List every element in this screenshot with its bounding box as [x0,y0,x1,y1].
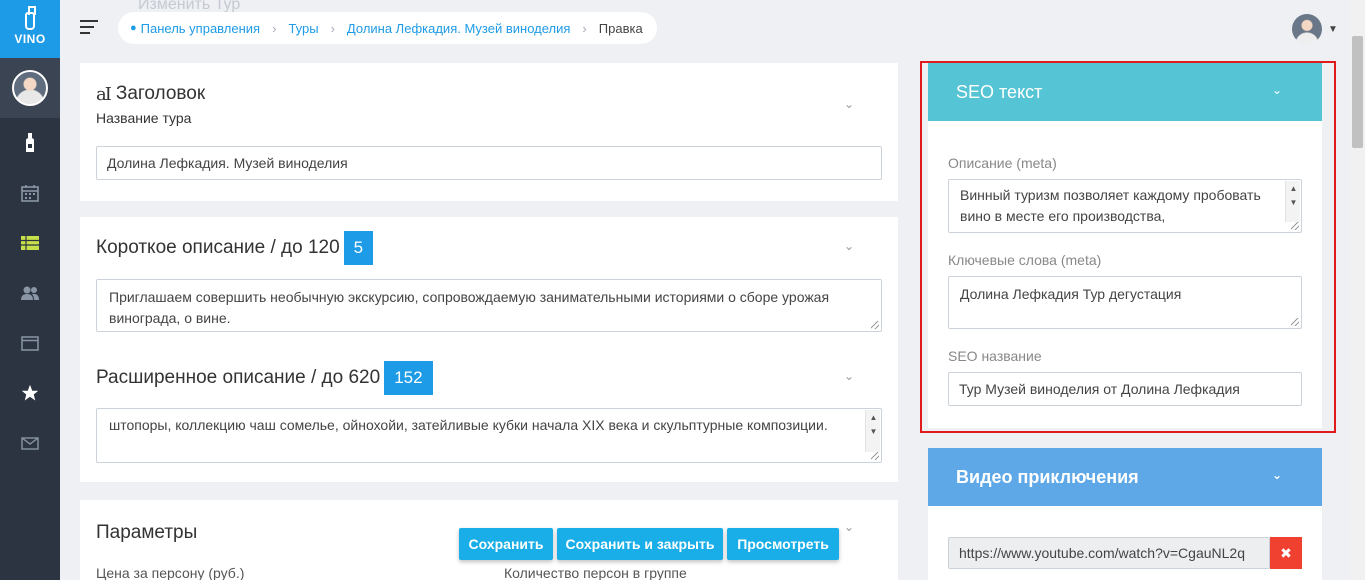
table-list-icon [21,236,39,250]
video-card-header[interactable]: Видео приключения ⌄ [928,448,1322,506]
short-desc-heading-text: Короткое описание / до 120 [96,237,340,258]
video-url-input[interactable]: https://www.youtube.com/watch?v=CgauNL2q [948,537,1270,569]
sidebar-item-users[interactable] [0,268,60,318]
short-desc-heading: Короткое описание / до 120 5 [96,231,374,265]
save-and-close-button[interactable]: Сохранить и закрыть [557,528,723,560]
breadcrumb-dashboard[interactable]: Панель управления [141,21,260,36]
breadcrumb-separator-icon: › [272,20,277,36]
breadcrumb: ● Панель управления › Туры › Долина Лефк… [118,12,657,44]
title-heading-text: Заголовок [115,83,206,104]
long-desc-heading-text: Расширенное описание / до 620 [96,367,381,388]
sidebar-item-tours[interactable] [0,218,60,268]
tour-name-label: Название тура [96,110,192,126]
logo-text: VINO [14,32,46,46]
scroll-down-icon[interactable]: ▼ [866,424,881,438]
breadcrumb-separator-icon: › [582,20,587,36]
calendar-icon [21,185,39,202]
sidebar-item-calendar[interactable] [0,168,60,218]
short-desc-counter-badge: 5 [343,231,374,265]
wine-bottle-icon [26,133,34,152]
tour-name-input[interactable]: Долина Лефкадия. Музей виноделия [96,146,882,180]
page-title-ghost: Изменить Тур [138,0,241,12]
title-card: aI Заголовок ⌄ Название тура Долина Лефк… [80,63,898,201]
resize-grip-icon[interactable] [871,452,879,460]
sidebar-item-wines[interactable] [0,118,60,168]
star-icon [21,384,39,401]
long-desc-heading: Расширенное описание / до 620 152 [96,361,433,395]
chevron-down-icon[interactable]: ⌄ [1272,468,1282,482]
scrollbar-thumb[interactable] [1352,36,1363,148]
chevron-down-icon[interactable]: ⌄ [844,97,854,111]
textarea-scrollbar[interactable]: ▲ ▼ [865,410,880,452]
user-avatar [1292,14,1322,44]
sidebar: VINO [0,0,60,580]
price-label: Цена за персону (руб.) [96,565,245,580]
description-card: Короткое описание / до 120 5 ⌄ Приглашае… [80,217,898,482]
hamburger-menu-icon[interactable] [80,20,98,38]
chevron-down-icon[interactable]: ⌄ [844,239,854,253]
long-desc-counter-badge: 152 [384,361,433,395]
app-logo[interactable]: VINO [0,0,60,58]
params-heading: Параметры [96,522,198,543]
mail-icon [21,436,39,450]
breadcrumb-tours[interactable]: Туры [288,21,318,36]
breadcrumb-current: Правка [598,20,643,36]
video-card: Видео приключения ⌄ https://www.youtube.… [928,448,1322,580]
save-button[interactable]: Сохранить [459,528,553,560]
sidebar-item-pages[interactable] [0,318,60,368]
dashboard-icon: ● [130,22,137,34]
breadcrumb-tour[interactable]: Долина Лефкадия. Музей виноделия [347,21,571,36]
video-title: Видео приключения [956,466,1139,487]
text-format-icon: aI [96,83,112,105]
highlight-frame [920,61,1336,433]
long-desc-text: штопоры, коллекцию чаш сомелье, ойнохойи… [109,417,828,433]
avatar [12,70,48,106]
chevron-down-icon[interactable]: ⌄ [844,369,854,383]
resize-grip-icon[interactable] [871,321,879,329]
sidebar-item-favorites[interactable] [0,368,60,418]
window-icon [21,335,39,351]
users-icon [21,286,39,300]
long-desc-textarea[interactable]: штопоры, коллекцию чаш сомелье, ойнохойи… [96,408,882,463]
close-icon: ✖ [1280,544,1292,561]
caret-down-icon: ▼ [1328,23,1338,35]
short-desc-textarea[interactable]: Приглашаем совершить необычную экскурсию… [96,279,882,332]
preview-button[interactable]: Просмотреть [727,528,839,560]
title-heading: aI Заголовок [96,83,205,105]
page-scrollbar[interactable] [1350,0,1365,580]
sidebar-item-mail[interactable] [0,418,60,468]
delete-video-button[interactable]: ✖ [1270,537,1302,569]
breadcrumb-separator-icon: › [330,20,335,36]
wine-bottle-logo-icon [25,6,36,30]
sidebar-avatar[interactable] [0,58,60,118]
short-desc-text: Приглашаем совершить необычную экскурсию… [109,289,830,326]
user-menu[interactable]: ▼ [1292,14,1338,44]
group-size-label: Количество персон в группе [504,565,687,580]
chevron-down-icon[interactable]: ⌄ [844,520,854,534]
